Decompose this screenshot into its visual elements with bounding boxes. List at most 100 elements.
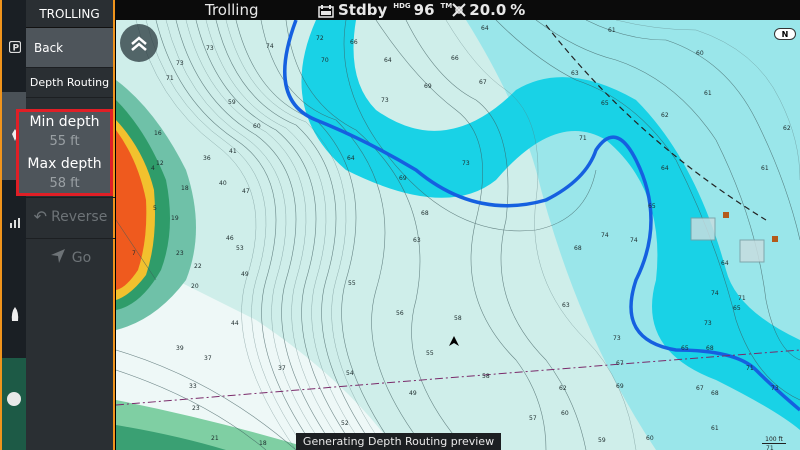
depth-label: 67 — [479, 79, 487, 86]
depth-label: 73 — [704, 320, 712, 327]
depth-label: 65 — [681, 345, 689, 352]
depth-label: 73 — [381, 97, 389, 104]
depth-label: 67 — [696, 385, 704, 392]
depth-label: 73 — [771, 385, 779, 392]
depth-label: 62 — [661, 112, 669, 119]
depth-label: 59 — [228, 99, 236, 106]
depth-label: 53 — [236, 245, 244, 252]
contour-map: 74 72 70 66 64 66 64 67 69 73 65 63 61 6… — [116, 20, 800, 450]
depth-label: 74 — [711, 290, 719, 297]
top-status-bar: Trolling Stdby HDG 96 TM 20.0 % — [115, 0, 800, 20]
depth-label: 71 — [738, 295, 746, 302]
depth-label: 7 — [132, 250, 136, 257]
trolling-motor-icon — [451, 2, 467, 18]
depth-label: 74 — [266, 43, 274, 50]
page-title: Trolling — [205, 1, 259, 19]
depth-label: 66 — [451, 55, 459, 62]
depth-label: 60 — [696, 50, 704, 57]
depth-label: 67 — [616, 360, 624, 367]
min-depth-value[interactable]: 55 ft — [19, 134, 110, 149]
depth-label: 69 — [399, 175, 407, 182]
depth-label: 39 — [176, 345, 184, 352]
depth-label: 69 — [616, 383, 624, 390]
depth-label: 64 — [721, 260, 729, 267]
depth-label: 65 — [733, 305, 741, 312]
back-button[interactable]: Back — [26, 28, 113, 68]
depth-label: 49 — [409, 390, 417, 397]
depth-label: 62 — [559, 385, 567, 392]
menu-title: TROLLING — [26, 0, 113, 28]
depth-label: 58 — [482, 373, 490, 380]
depth-routing-header: Depth Routing — [26, 68, 113, 98]
mercury-logo-area[interactable] — [2, 358, 26, 450]
depth-label: 18 — [181, 185, 189, 192]
depth-label: 73 — [176, 60, 184, 67]
depth-label: 4 — [151, 165, 155, 172]
depth-label: 23 — [192, 405, 200, 412]
depth-label: 46 — [226, 235, 234, 242]
depth-label: 64 — [347, 155, 355, 162]
depth-label: 62 — [783, 125, 791, 132]
depth-label: 74 — [630, 237, 638, 244]
boat-icon[interactable] — [6, 305, 24, 323]
instruments-icon[interactable] — [6, 214, 24, 232]
depth-label: 60 — [646, 435, 654, 442]
depth-label: 23 — [176, 250, 184, 257]
depth-label: 73 — [462, 160, 470, 167]
mercury-logo-icon — [7, 392, 21, 406]
chevron-up-icon[interactable] — [120, 24, 158, 62]
compass-label: N — [781, 29, 789, 39]
depth-label: 60 — [253, 123, 261, 130]
trolling-unit: % — [510, 1, 526, 19]
depth-label: 68 — [421, 210, 429, 217]
depth-label: 63 — [413, 237, 421, 244]
depth-label: 65 — [601, 100, 609, 107]
heading-value: 96 — [413, 1, 435, 19]
depth-label: 5 — [153, 205, 157, 212]
heading-superscript: HDG — [393, 2, 411, 10]
depth-label: 63 — [562, 302, 570, 309]
depth-label: 61 — [608, 27, 616, 34]
depth-label: 69 — [424, 83, 432, 90]
north-up-indicator[interactable]: N — [774, 28, 796, 40]
depth-label: 65 — [648, 203, 656, 210]
depth-label: 20 — [191, 283, 199, 290]
depth-label: 71 — [746, 365, 754, 372]
autopilot-mode: Stdby — [338, 1, 388, 19]
depth-label: 22 — [194, 263, 202, 270]
max-depth-value[interactable]: 58 ft — [19, 176, 110, 191]
depth-label: 37 — [204, 355, 212, 362]
depth-label: 61 — [704, 90, 712, 97]
left-icon-rail: P — [0, 0, 26, 450]
depth-label: 64 — [481, 25, 489, 32]
depth-label: 73 — [206, 45, 214, 52]
contour-chart[interactable]: 74 72 70 66 64 66 64 67 69 73 65 63 61 6… — [116, 20, 800, 450]
depth-label: 71 — [579, 135, 587, 142]
autopilot-status[interactable]: Stdby HDG 96 TM 20.0 % — [318, 0, 525, 20]
trolling-value: 20.0 — [469, 1, 507, 19]
max-depth-label[interactable]: Max depth — [19, 156, 110, 172]
min-depth-label[interactable]: Min depth — [19, 114, 110, 130]
reverse-label: Reverse — [51, 208, 108, 225]
depth-label: 61 — [761, 165, 769, 172]
depth-label: 36 — [203, 155, 211, 162]
depth-label: 21 — [211, 435, 219, 442]
reverse-button[interactable]: ↶ Reverse — [26, 197, 115, 235]
depth-label: 66 — [350, 39, 358, 46]
parking-icon[interactable]: P — [6, 38, 24, 56]
depth-label: 63 — [571, 70, 579, 77]
depth-label: 44 — [231, 320, 239, 327]
depth-label: 59 — [598, 437, 606, 444]
go-arrow-icon — [50, 248, 66, 268]
depth-label: 37 — [278, 365, 286, 372]
depth-label: 70 — [321, 57, 329, 64]
depth-label: 73 — [613, 335, 621, 342]
depth-label: 56 — [396, 310, 404, 317]
go-button[interactable]: Go — [26, 238, 115, 276]
depth-label: 71 — [166, 75, 174, 82]
autopilot-icon — [318, 4, 334, 18]
depth-label: 18 — [259, 440, 267, 447]
reverse-icon: ↶ — [33, 207, 48, 226]
depth-label: 52 — [341, 420, 349, 427]
depth-label: 68 — [711, 390, 719, 397]
